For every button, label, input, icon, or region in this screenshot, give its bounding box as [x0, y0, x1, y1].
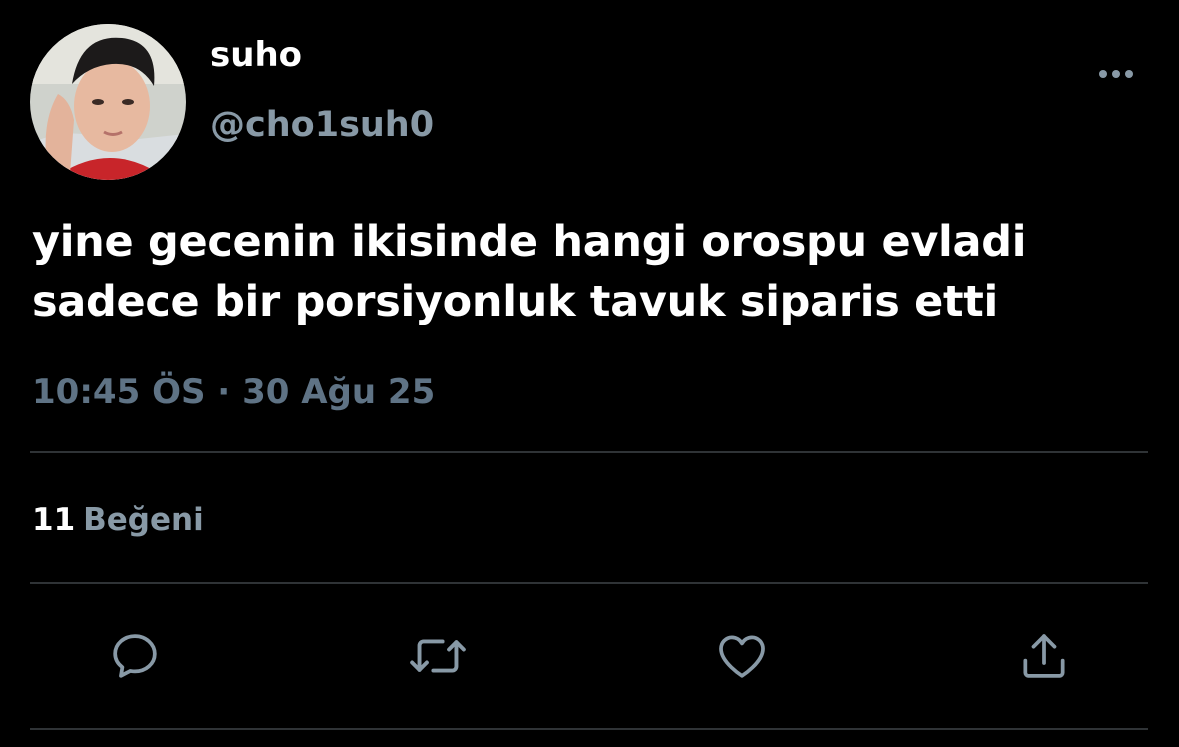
share-icon — [1023, 634, 1065, 678]
meta-separator: · — [217, 372, 231, 412]
divider — [30, 728, 1148, 730]
tweet-text: yine gecenin ikisinde hangi orospu evlad… — [32, 212, 1162, 332]
divider — [30, 451, 1148, 453]
heart-icon — [719, 635, 765, 678]
display-name[interactable]: suho — [210, 38, 302, 72]
retweet-icon — [410, 639, 466, 673]
tweet-timestamp[interactable]: 10:45 ÖS · 30 Ağu 25 — [32, 375, 435, 409]
likes-count: 11 — [32, 502, 76, 538]
tweet-text-line: sadece bir porsiyonluk tavuk siparis ett… — [32, 277, 998, 327]
tweet-date: 30 Ağu 25 — [242, 372, 436, 412]
avatar-photo — [30, 24, 186, 180]
share-button[interactable] — [1014, 626, 1074, 686]
reply-icon — [113, 634, 157, 678]
likes-stat[interactable]: 11 Beğeni — [32, 505, 204, 536]
tweet-time: 10:45 ÖS — [32, 372, 206, 412]
retweet-button[interactable] — [408, 626, 468, 686]
tweet-text-line: yine gecenin ikisinde hangi orospu evlad… — [32, 217, 1027, 267]
avatar[interactable] — [30, 24, 186, 180]
user-handle[interactable]: @cho1suh0 — [210, 108, 434, 143]
like-button[interactable] — [712, 626, 772, 686]
divider — [30, 582, 1148, 584]
more-options-icon[interactable] — [1096, 66, 1136, 82]
reply-button[interactable] — [105, 626, 165, 686]
likes-label: Beğeni — [83, 502, 204, 538]
